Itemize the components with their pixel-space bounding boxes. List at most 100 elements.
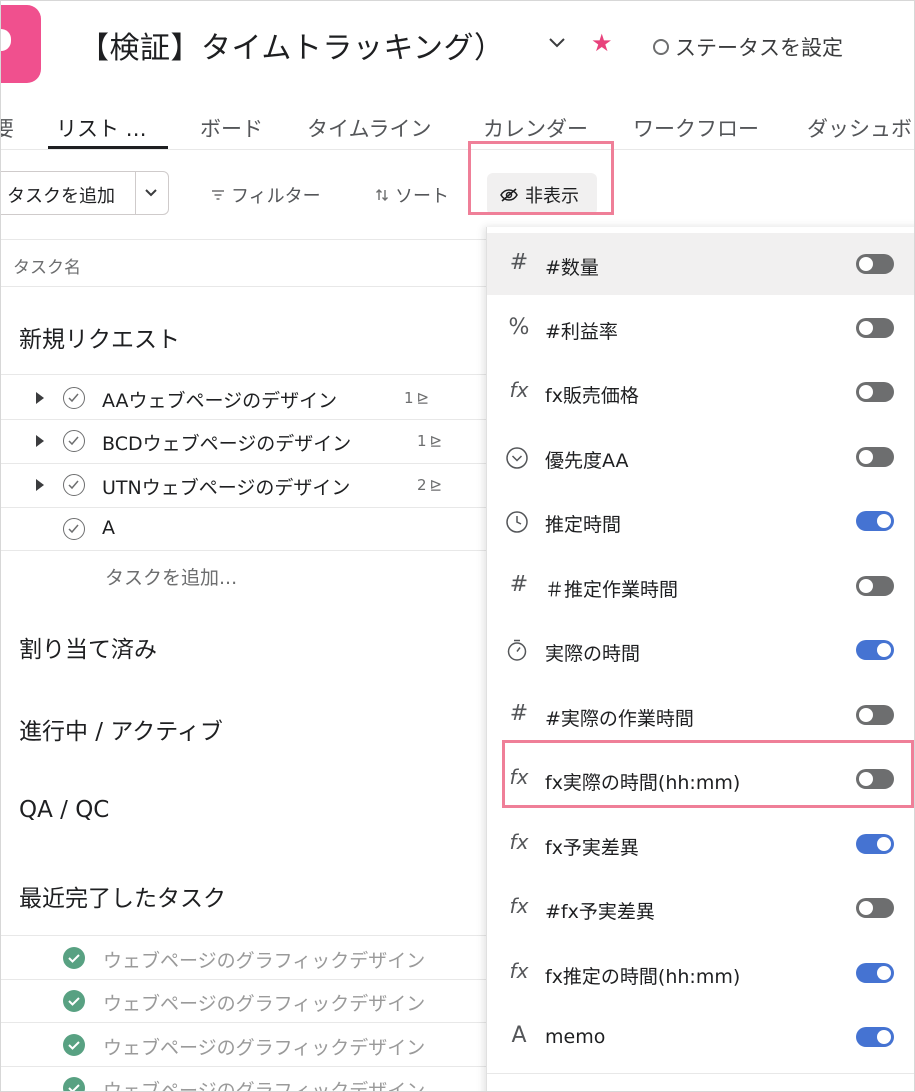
tab-board[interactable]: ボード bbox=[200, 113, 263, 143]
field-label: #fx予実差異 bbox=[545, 901, 655, 923]
subtask-count-value: 2 bbox=[417, 476, 427, 494]
subtask-count-value: 1 bbox=[404, 389, 414, 407]
filter-button[interactable]: フィルター bbox=[211, 182, 321, 208]
tabs-divider bbox=[1, 149, 914, 150]
field-label: 推定時間 bbox=[545, 514, 622, 536]
tab-dashboard[interactable]: ダッシュボ bbox=[807, 113, 912, 143]
row-divider bbox=[1, 1066, 491, 1067]
field-label: #数量 bbox=[545, 257, 599, 279]
dropdown-circle-icon bbox=[506, 447, 528, 469]
filter-icon bbox=[212, 190, 224, 200]
expand-caret-icon[interactable] bbox=[36, 435, 44, 447]
task-row-name[interactable]: AAウェブページのデザイン bbox=[102, 386, 337, 413]
add-task-divider bbox=[135, 172, 136, 214]
add-task-inline-link[interactable]: タスクを追加... bbox=[105, 563, 237, 590]
highlight-box-field bbox=[502, 740, 914, 808]
field-toggle[interactable] bbox=[856, 705, 894, 725]
section-qa[interactable]: QA / QC bbox=[19, 797, 109, 823]
sort-icon bbox=[376, 189, 388, 201]
field-label: 優先度AA bbox=[545, 450, 629, 472]
stopwatch-icon bbox=[507, 639, 527, 661]
field-label: memo bbox=[545, 1026, 606, 1048]
formula-icon: fx bbox=[509, 378, 529, 402]
app-window: 【検証】タイムトラッキング） ★ ステータスを設定 要 リスト … ボード タイ… bbox=[0, 0, 915, 1092]
formula-icon: fx bbox=[509, 830, 529, 854]
field-label: fx推定の時間(hh:mm) bbox=[545, 966, 741, 988]
add-task-label: タスクを追加 bbox=[7, 186, 115, 207]
chevron-down-icon[interactable] bbox=[547, 35, 567, 51]
field-label: ＃推定作業時間 bbox=[545, 579, 679, 601]
tab-list[interactable]: リスト … bbox=[56, 113, 147, 143]
check-circle-icon[interactable] bbox=[63, 474, 85, 496]
row-divider bbox=[1, 419, 491, 420]
field-toggle[interactable] bbox=[856, 511, 894, 531]
field-toggle[interactable] bbox=[856, 318, 894, 338]
row-divider bbox=[1, 463, 491, 464]
completed-task-name[interactable]: ウェブページのグラフィックデザイン bbox=[103, 1033, 425, 1060]
expand-caret-icon[interactable] bbox=[36, 479, 44, 491]
sort-label: ソート bbox=[395, 186, 449, 207]
text-icon: A bbox=[511, 1023, 527, 1048]
task-row-name[interactable]: A bbox=[102, 517, 115, 539]
subtask-icon: ⊵ bbox=[416, 389, 430, 407]
list-header-bottom-line bbox=[1, 286, 491, 287]
section-assigned[interactable]: 割り当て済み bbox=[19, 630, 157, 664]
task-row-name[interactable]: UTNウェブページのデザイン bbox=[102, 473, 350, 500]
completed-check-icon[interactable] bbox=[63, 1034, 85, 1056]
section-new-request[interactable]: 新規リクエスト bbox=[19, 320, 180, 354]
field-toggle[interactable] bbox=[856, 834, 894, 854]
subtask-count-value: 1 bbox=[417, 432, 427, 450]
field-toggle[interactable] bbox=[856, 1027, 894, 1047]
row-divider bbox=[1, 374, 491, 375]
row-divider bbox=[1, 550, 491, 551]
row-divider bbox=[1, 507, 491, 508]
status-circle-icon bbox=[653, 39, 669, 55]
completed-task-name[interactable]: ウェブページのグラフィックデザイン bbox=[103, 1076, 425, 1091]
row-divider bbox=[1, 935, 491, 936]
subtask-icon: ⊵ bbox=[429, 476, 443, 494]
set-status-label: ステータスを設定 bbox=[675, 36, 843, 60]
set-status-button[interactable]: ステータスを設定 bbox=[653, 32, 843, 62]
add-task-dropdown-icon[interactable] bbox=[143, 187, 159, 199]
row-divider bbox=[1, 979, 491, 980]
check-circle-icon[interactable] bbox=[63, 518, 85, 540]
hash-icon: # bbox=[509, 572, 529, 597]
field-label: #利益率 bbox=[545, 321, 618, 343]
field-toggle[interactable] bbox=[856, 447, 894, 467]
task-name-column-header[interactable]: タスク名 bbox=[13, 253, 81, 278]
subtask-count[interactable]: 1 ⊵ bbox=[404, 389, 429, 407]
list-header-top-line bbox=[1, 239, 491, 240]
section-recent-done[interactable]: 最近完了したタスク bbox=[19, 879, 226, 913]
check-circle-icon[interactable] bbox=[63, 430, 85, 452]
subtask-count[interactable]: 2 ⊵ bbox=[417, 476, 442, 494]
tab-workflow[interactable]: ワークフロー bbox=[633, 113, 759, 143]
completed-check-icon[interactable] bbox=[63, 990, 85, 1012]
completed-task-name[interactable]: ウェブページのグラフィックデザイン bbox=[103, 946, 425, 973]
field-toggle[interactable] bbox=[856, 254, 894, 274]
completed-check-icon[interactable] bbox=[63, 1077, 85, 1091]
percent-icon: % bbox=[508, 315, 530, 340]
section-in-progress[interactable]: 進行中 / アクティブ bbox=[19, 712, 223, 746]
field-toggle[interactable] bbox=[856, 898, 894, 918]
field-toggle[interactable] bbox=[856, 576, 894, 596]
field-label: 実際の時間 bbox=[545, 643, 641, 665]
project-title[interactable]: 【検証】タイムトラッキング） bbox=[79, 23, 505, 67]
field-toggle[interactable] bbox=[856, 382, 894, 402]
completed-check-icon[interactable] bbox=[63, 947, 85, 969]
check-circle-icon[interactable] bbox=[63, 387, 85, 409]
expand-caret-icon[interactable] bbox=[36, 392, 44, 404]
tab-timeline[interactable]: タイムライン bbox=[307, 113, 432, 143]
star-icon[interactable]: ★ bbox=[591, 31, 613, 55]
task-row-name[interactable]: BCDウェブページのデザイン bbox=[102, 429, 351, 456]
tab-overview[interactable]: 要 bbox=[1, 113, 14, 143]
field-label: #実際の作業時間 bbox=[545, 708, 694, 730]
tab-calendar[interactable]: カレンダー bbox=[483, 113, 588, 143]
completed-task-name[interactable]: ウェブページのグラフィックデザイン bbox=[103, 989, 425, 1016]
field-toggle[interactable] bbox=[856, 963, 894, 983]
subtask-icon: ⊵ bbox=[429, 432, 443, 450]
subtask-count[interactable]: 1 ⊵ bbox=[417, 432, 442, 450]
filter-label: フィルター bbox=[231, 186, 321, 207]
sort-button[interactable]: ソート bbox=[375, 182, 449, 208]
hash-icon: # bbox=[509, 701, 529, 726]
field-toggle[interactable] bbox=[856, 640, 894, 660]
